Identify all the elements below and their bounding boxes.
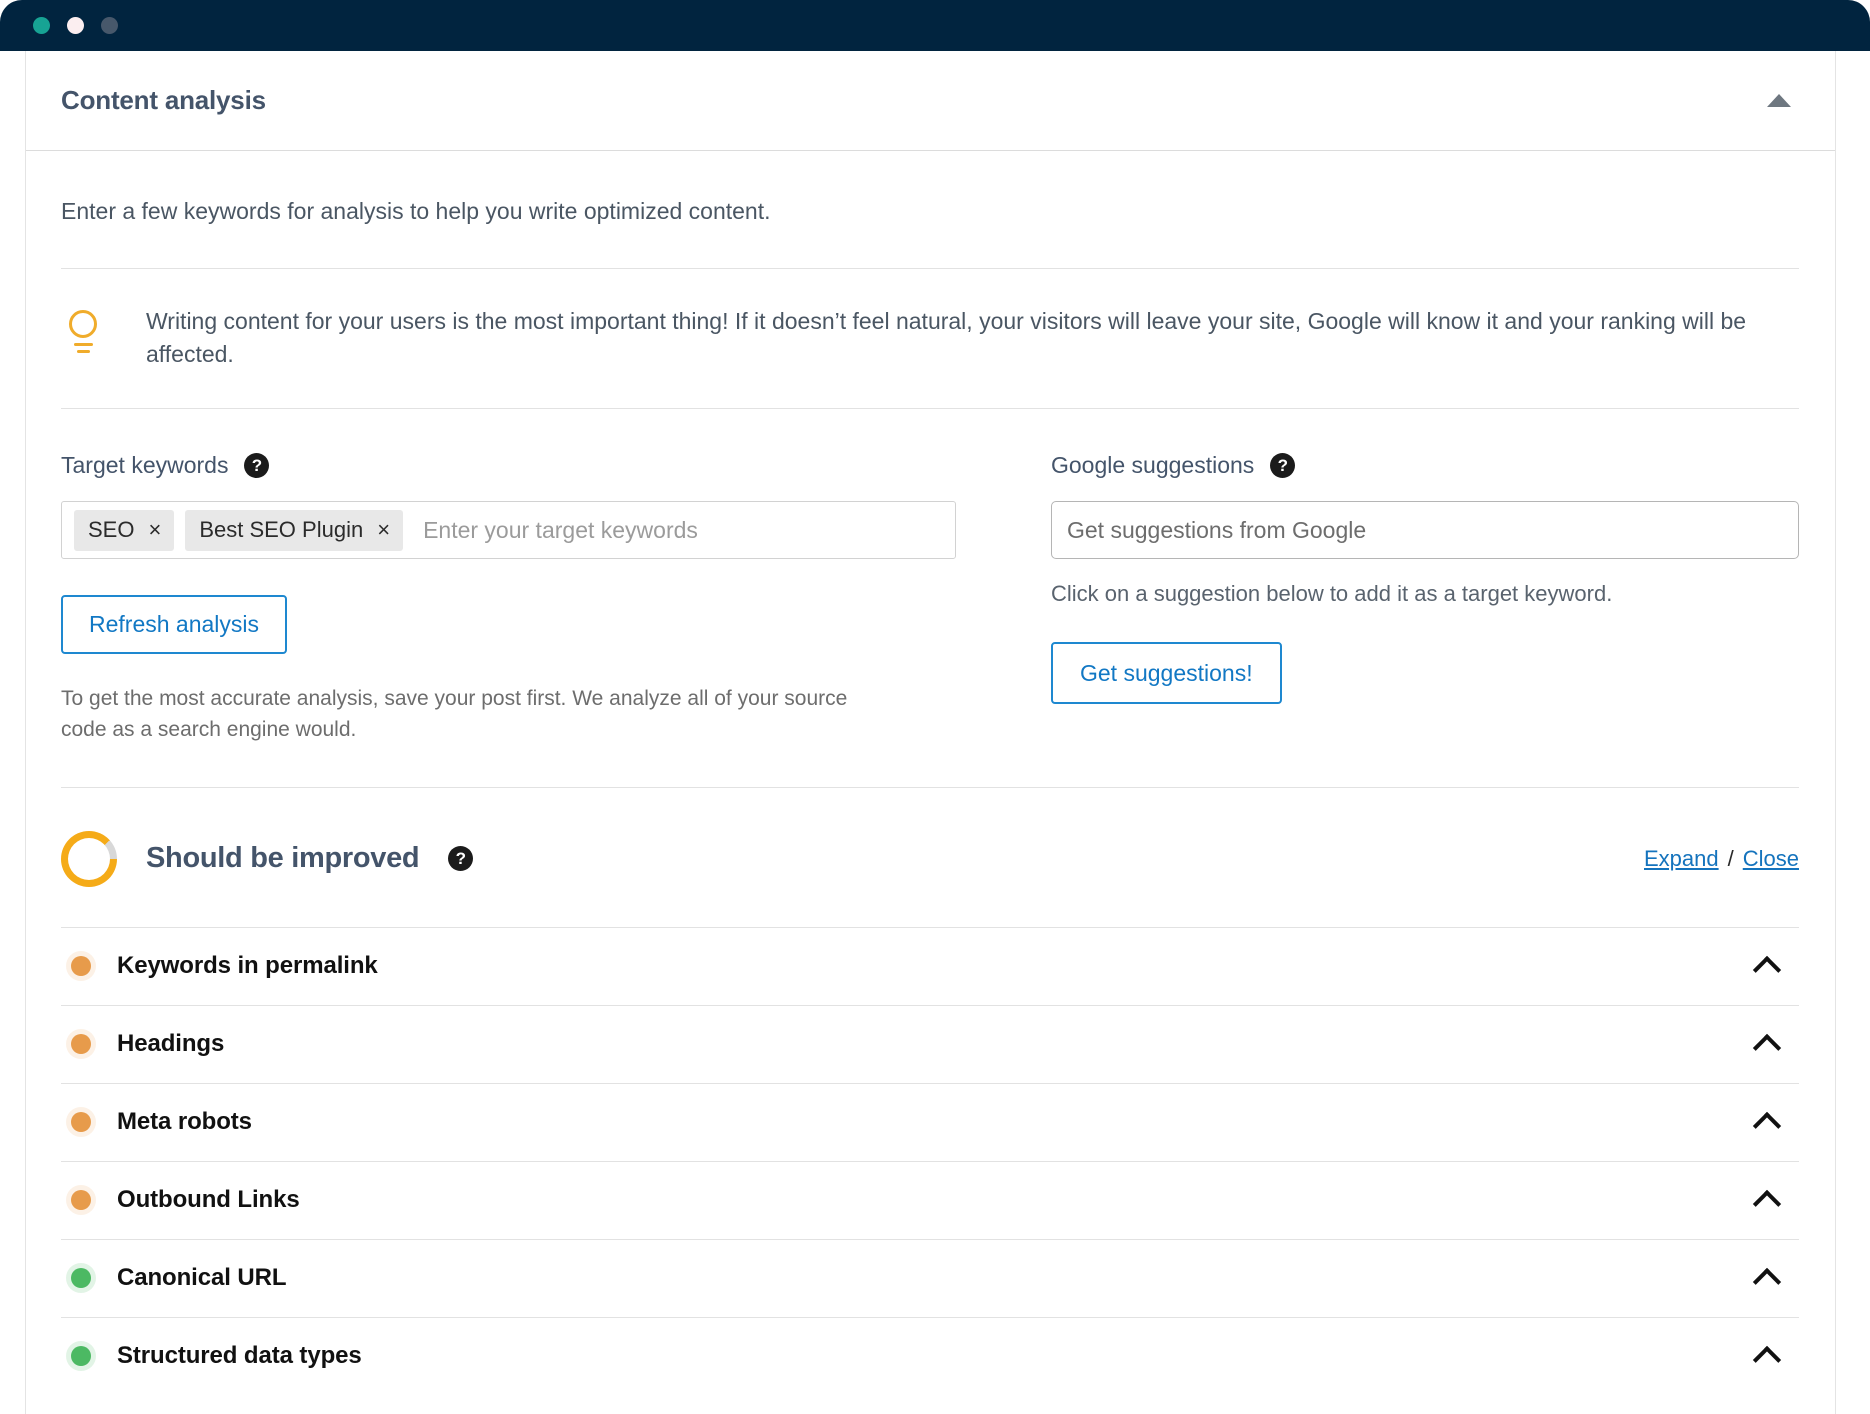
page-title: Content analysis	[61, 85, 266, 115]
window-dot-green[interactable]	[33, 17, 50, 34]
lightbulb-icon	[61, 305, 105, 353]
panel-header: Content analysis	[26, 51, 1835, 151]
expand-link[interactable]: Expand	[1644, 846, 1719, 872]
get-suggestions-button[interactable]: Get suggestions!	[1051, 642, 1282, 705]
check-label: Meta robots	[117, 1108, 252, 1136]
chevron-up-icon[interactable]	[1752, 1111, 1782, 1140]
check-row-outbound-links[interactable]: Outbound Links	[61, 1160, 1799, 1239]
status-dot-icon	[71, 1268, 91, 1289]
score-title: Should be improved	[146, 842, 420, 875]
target-keywords-label: Target keywords	[61, 452, 229, 479]
keywords-section: Target keywords ? SEO × Best SEO Plugin …	[61, 409, 1799, 788]
keyword-entry-placeholder[interactable]: Enter your target keywords	[414, 517, 943, 544]
status-dot-icon	[71, 1190, 91, 1211]
keyword-tag-label: SEO	[88, 516, 135, 542]
chevron-up-icon[interactable]	[1752, 1345, 1782, 1374]
check-row-meta-robots[interactable]: Meta robots	[61, 1082, 1799, 1161]
check-label: Outbound Links	[117, 1186, 300, 1214]
score-left-group: Should be improved ?	[61, 830, 474, 887]
check-row-structured-data-types[interactable]: Structured data types	[61, 1316, 1799, 1395]
google-suggestions-input[interactable]: Get suggestions from Google	[1051, 501, 1799, 560]
check-row-canonical-url[interactable]: Canonical URL	[61, 1238, 1799, 1317]
google-suggestions-label: Google suggestions	[1051, 452, 1255, 479]
analysis-note: To get the most accurate analysis, save …	[61, 687, 848, 741]
status-dot-icon	[71, 1034, 91, 1055]
check-label: Headings	[117, 1030, 225, 1058]
google-suggestions-column: Google suggestions ? Get suggestions fro…	[956, 452, 1799, 744]
question-mark-icon[interactable]: ?	[1270, 453, 1296, 479]
panel-body: Enter a few keywords for analysis to hel…	[26, 151, 1835, 1395]
chevron-up-icon[interactable]	[1752, 1189, 1782, 1218]
expand-close-links: Expand / Close	[1644, 846, 1799, 872]
close-icon[interactable]: ×	[148, 518, 161, 541]
google-suggestions-label-row: Google suggestions ?	[1051, 452, 1799, 479]
question-mark-icon[interactable]: ?	[244, 453, 270, 479]
app-window: Content analysis Enter a few keywords fo…	[0, 0, 1870, 1414]
intro-text: Enter a few keywords for analysis to hel…	[61, 198, 771, 224]
triangle-up-icon[interactable]	[1767, 94, 1791, 107]
content-analysis-panel: Content analysis Enter a few keywords fo…	[25, 51, 1836, 1414]
close-icon[interactable]: ×	[377, 518, 390, 541]
link-separator: /	[1727, 845, 1734, 871]
check-label: Keywords in permalink	[117, 952, 378, 980]
score-ring-icon	[61, 830, 117, 887]
status-dot-icon	[71, 1112, 91, 1133]
window-dot-gray[interactable]	[101, 17, 118, 34]
check-row-keywords-in-permalink[interactable]: Keywords in permalink	[61, 926, 1799, 1005]
refresh-analysis-button[interactable]: Refresh analysis	[61, 595, 288, 655]
checks-list: Keywords in permalink Headings Meta robo…	[61, 926, 1799, 1395]
window-dot-white[interactable]	[67, 17, 84, 34]
check-label: Structured data types	[117, 1342, 362, 1370]
chevron-up-icon[interactable]	[1752, 955, 1782, 984]
keyword-tag[interactable]: SEO ×	[74, 509, 175, 551]
keyword-tag[interactable]: Best SEO Plugin ×	[185, 509, 404, 551]
tip-banner: Writing content for your users is the mo…	[61, 268, 1799, 410]
check-row-headings[interactable]: Headings	[61, 1004, 1799, 1083]
question-mark-icon[interactable]: ?	[448, 846, 474, 872]
status-dot-icon	[71, 1346, 91, 1367]
keyword-tag-label: Best SEO Plugin	[199, 516, 364, 542]
google-suggestions-note: Click on a suggestion below to add it as…	[1051, 581, 1613, 607]
chevron-up-icon[interactable]	[1752, 1033, 1782, 1062]
tip-text: Writing content for your users is the mo…	[146, 308, 1747, 367]
check-label: Canonical URL	[117, 1264, 287, 1292]
close-link[interactable]: Close	[1743, 846, 1799, 872]
target-keywords-label-row: Target keywords ?	[61, 452, 956, 479]
chevron-up-icon[interactable]	[1752, 1267, 1782, 1296]
target-keywords-column: Target keywords ? SEO × Best SEO Plugin …	[61, 452, 956, 744]
target-keywords-input[interactable]: SEO × Best SEO Plugin × Enter your targe…	[61, 501, 956, 560]
status-dot-icon	[71, 956, 91, 977]
score-header: Should be improved ? Expand / Close	[61, 788, 1799, 927]
window-titlebar	[0, 0, 1870, 51]
